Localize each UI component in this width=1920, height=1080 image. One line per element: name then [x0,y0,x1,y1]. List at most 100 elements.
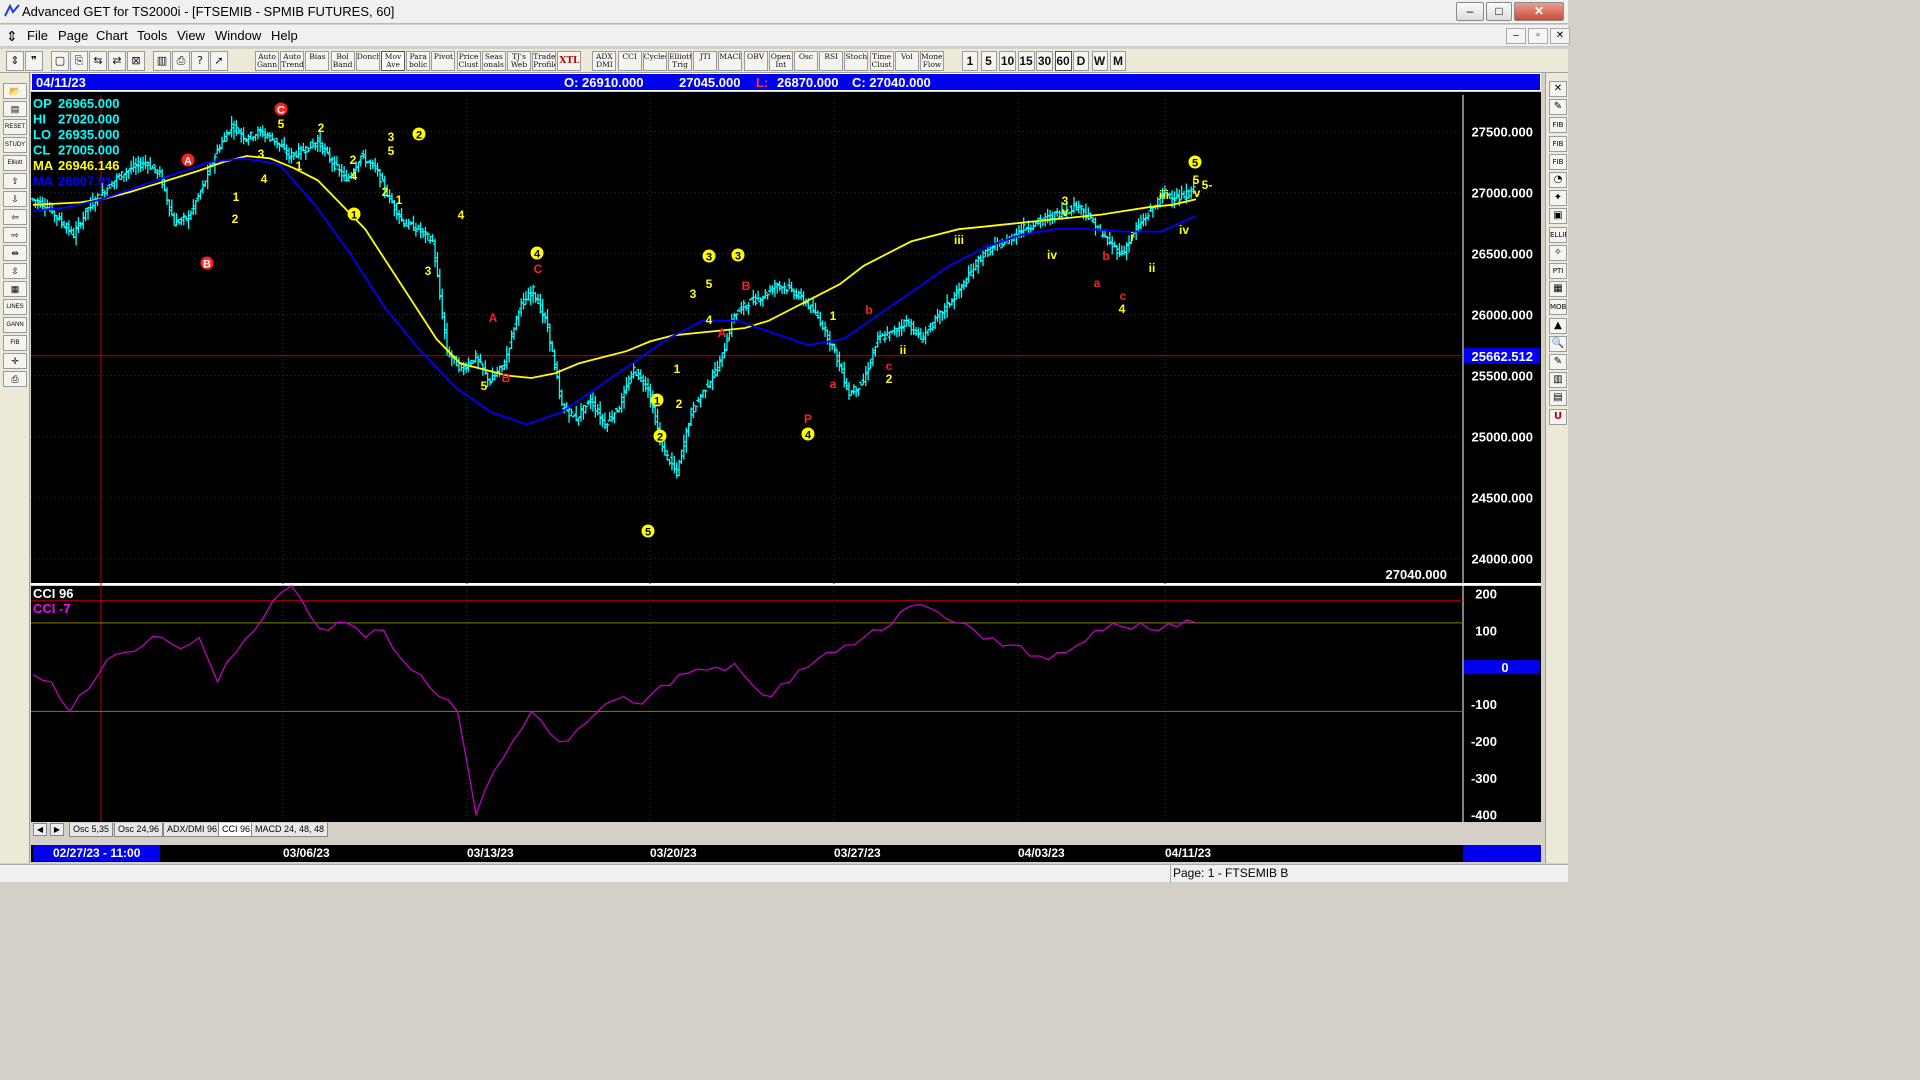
right-tool-10[interactable]: PTI [1549,263,1567,279]
menu-file[interactable]: File [27,28,48,43]
toolbar-icon-0[interactable]: ⇕ [6,51,24,71]
right-tool-12[interactable]: MOB [1549,299,1567,316]
left-tool-7[interactable]: ⇦ [3,209,27,225]
study-button-time-clust[interactable]: Time Clust [869,51,894,71]
left-tool-16[interactable]: ⎙ [3,371,27,387]
study-button-stoch[interactable]: Stoch [844,51,869,71]
left-tool-3[interactable]: STUDY [3,137,27,153]
study-button-donch[interactable]: Donch [355,51,380,71]
menu-help[interactable]: Help [271,28,298,43]
right-tool-14[interactable]: 🔍 [1549,335,1567,352]
study-button-obv[interactable]: OBV [743,51,768,71]
study-button-bol-band[interactable]: Bol Band [330,51,355,71]
period-button-10[interactable]: 10 [999,51,1016,71]
tab-prev-arrow-icon[interactable]: ◀ [33,823,47,836]
left-tool-2[interactable]: RESET [3,119,27,135]
study-button-xtl[interactable]: XTL [557,51,582,71]
toolbar-icon-9[interactable]: ? [191,51,209,71]
mdi-minimize-button[interactable]: – [1506,28,1526,44]
minimize-button[interactable]: – [1456,2,1484,21]
toolbar-icon-4[interactable]: ⇆ [89,51,107,71]
study-button-auto-gann[interactable]: Auto Gann [255,51,279,71]
left-tool-10[interactable]: ⇳ [3,263,27,279]
study-button-pivot[interactable]: Pivot [431,51,456,71]
right-tool-1[interactable]: ✎ [1549,99,1567,116]
left-tool-9[interactable]: ⇹ [3,245,27,261]
toolbar-icon-6[interactable]: ⊠ [127,51,145,71]
menu-page[interactable]: Page [58,28,88,43]
right-tool-18[interactable]: U [1549,408,1567,425]
study-button-cci[interactable]: CCI [617,51,642,71]
left-tool-8[interactable]: ⇨ [3,227,27,243]
study-button-open-int[interactable]: Open Int [768,51,793,71]
toolbar-icon-3[interactable]: ⎘ [70,51,88,71]
left-tool-11[interactable]: ▦ [3,281,27,297]
right-tool-7[interactable]: ▣ [1549,208,1567,225]
study-button-jti[interactable]: JTI [693,51,718,71]
study-button-price-clust[interactable]: Price Clust [456,51,481,71]
toolbar-icon-1[interactable]: ❞ [25,51,43,71]
period-button-w[interactable]: W [1091,51,1108,71]
menu-window[interactable]: Window [215,28,261,43]
study-button-cycles[interactable]: Cycles [642,51,667,71]
left-tool-1[interactable]: ▤ [3,101,27,117]
period-button-5[interactable]: 5 [980,51,997,71]
study-button-tj-s-web[interactable]: TJ's Web [507,51,531,71]
right-tool-4[interactable]: FIB TIME [1549,153,1567,170]
left-tool-4[interactable]: Elliott [3,155,27,171]
right-tool-17[interactable]: ▤ [1549,390,1567,407]
study-button-para-bolic[interactable]: Para bolic [406,51,431,71]
left-tool-5[interactable]: ⇧ [3,173,27,189]
right-tool-8[interactable]: ELLIPS [1549,226,1567,243]
study-button-macd[interactable]: MACD [718,51,743,71]
toolbar-icon-5[interactable]: ⇄ [108,51,126,71]
tab-next-arrow-icon[interactable]: ▶ [50,823,64,836]
left-tool-13[interactable]: GANN [3,317,27,333]
study-button-money-flow[interactable]: Money Flow [920,51,944,71]
right-tool-2[interactable]: FIB RET [1549,117,1567,134]
right-tool-3[interactable]: FIB EXT [1549,135,1567,152]
study-button-elliott-trig[interactable]: Elliott Trig [668,51,692,71]
tab-osc-24-96[interactable]: Osc 24,96 [114,823,164,837]
mdi-close-button[interactable]: ✕ [1550,28,1570,44]
left-tool-15[interactable]: ✛ [3,353,27,369]
left-tool-12[interactable]: LINES [3,299,27,315]
period-button-30[interactable]: 30 [1036,51,1053,71]
toolbar-icon-7[interactable]: ▥ [153,51,171,71]
right-tool-5[interactable]: ◔ [1549,172,1567,188]
right-tool-11[interactable]: ▦ [1549,281,1567,298]
menu-chart[interactable]: Chart [96,28,128,43]
right-tool-0[interactable]: ✕ [1549,81,1567,97]
period-button-15[interactable]: 15 [1017,51,1035,71]
period-button-d[interactable]: D [1073,51,1089,71]
right-tool-6[interactable]: ✦ [1549,190,1567,207]
study-button-adx-dmi[interactable]: ADX DMI [592,51,617,71]
right-tool-16[interactable]: ▥ [1549,372,1567,389]
tab-macd[interactable]: MACD 24, 48, 48 [251,823,329,837]
left-tool-0[interactable]: 📂 [3,83,27,99]
close-button[interactable]: ✕ [1514,2,1564,21]
study-button-osc[interactable]: Osc [794,51,818,71]
menu-view[interactable]: View [177,28,205,43]
mdi-restore-button[interactable]: ▫ [1528,28,1548,44]
left-tool-14[interactable]: FIB [3,335,27,351]
study-button-seas-onals[interactable]: Seas onals [481,51,506,71]
study-button-auto-trend[interactable]: Auto Trend [280,51,305,71]
study-button-vol[interactable]: Vol [894,51,919,71]
maximize-button[interactable]: □ [1486,2,1512,21]
toolbar-icon-2[interactable]: ▢ [51,51,69,71]
mdi-doc-icon[interactable]: ⇕ [6,28,18,45]
toolbar-icon-8[interactable]: ⎙ [172,51,190,71]
menu-tools[interactable]: Tools [137,28,167,43]
study-button-mov-ave[interactable]: Mov Ave [381,51,405,71]
study-button-bias[interactable]: Bias [305,51,330,71]
period-button-1[interactable]: 1 [962,51,978,71]
period-button-m[interactable]: M [1110,51,1126,71]
tab-adx-dmi[interactable]: ADX/DMI 96 [163,823,222,837]
right-tool-13[interactable]: ▲ [1549,317,1567,334]
study-button-rsi[interactable]: RSI [819,51,844,71]
tab-osc-5-35[interactable]: Osc 5,35 [69,823,114,837]
right-tool-9[interactable]: ✧ [1549,244,1567,261]
period-button-60[interactable]: 60 [1054,51,1072,71]
tab-cci-96[interactable]: CCI 96 [218,823,255,837]
